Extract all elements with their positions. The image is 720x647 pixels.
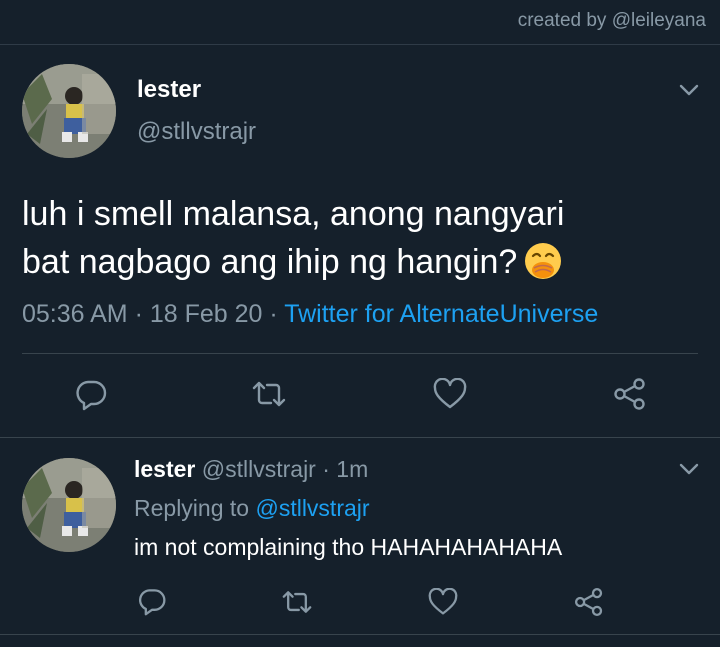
reply-icon[interactable] (137, 586, 167, 616)
tweet-date: 18 Feb 20 (149, 300, 263, 328)
tweet-text-line2: bat nagbago ang ihip ng hangin? (22, 243, 518, 281)
tweet-meta: 05:36 AM · 18 Feb 20 · Twitter for Alter… (22, 300, 598, 329)
like-icon[interactable] (427, 588, 459, 616)
reply-text: im not complaining tho HAHAHAHAHAHA (134, 534, 563, 560)
tweet-text-line1: luh i smell malansa, anong nangyari (22, 195, 565, 233)
retweet-icon[interactable] (280, 587, 314, 617)
divider (22, 353, 698, 354)
reply-author-handle[interactable]: @stllvstrajr (202, 456, 316, 482)
tweet-time: 05:36 AM (22, 300, 128, 328)
top-bar: created by @leileyana (0, 0, 720, 45)
retweet-icon[interactable] (250, 377, 288, 411)
author-handle[interactable]: @stllvstrajr (137, 118, 256, 146)
reply-header: lester @stllvstrajr · 1m (134, 456, 368, 483)
divider (0, 437, 720, 438)
separator: · (262, 300, 285, 328)
reply-icon[interactable] (74, 377, 108, 411)
replying-to-label: Replying to (134, 495, 250, 521)
share-icon[interactable] (573, 586, 605, 618)
replying-to: Replying to @stllvstrajr (134, 495, 370, 522)
chevron-down-icon[interactable] (678, 82, 700, 98)
separator: · (315, 456, 337, 482)
chevron-down-icon[interactable] (678, 461, 700, 477)
tweet-text: luh i smell malansa, anong nangyari bat … (22, 190, 702, 286)
like-icon[interactable] (432, 378, 468, 410)
reply-author-name[interactable]: lester (134, 456, 195, 482)
avatar[interactable] (22, 64, 116, 158)
divider (0, 634, 720, 635)
tweet-source-link[interactable]: Twitter for AlternateUniverse (284, 300, 598, 328)
credit-label: created by @leileyana (517, 10, 706, 31)
share-icon[interactable] (612, 376, 648, 412)
author-name[interactable]: lester (137, 76, 201, 104)
separator: · (127, 300, 150, 328)
face-with-hand-over-mouth-icon (523, 241, 563, 281)
reply-time: 1m (336, 456, 369, 482)
replying-to-handle[interactable]: @stllvstrajr (255, 495, 369, 521)
avatar[interactable] (22, 458, 116, 552)
